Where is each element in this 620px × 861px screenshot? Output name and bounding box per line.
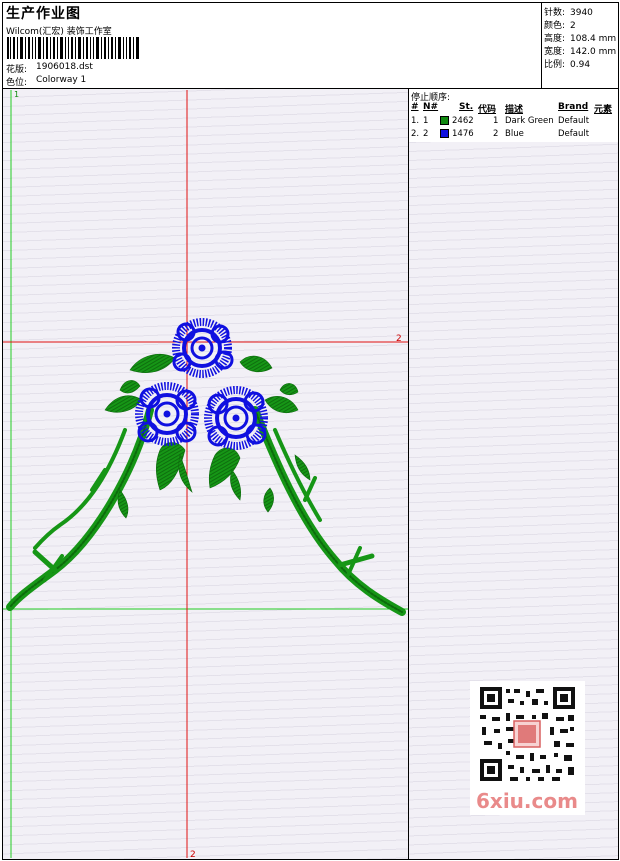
green-vines: [6, 406, 406, 616]
flower-right: [204, 386, 268, 450]
watermark-text: 6xiu.com: [476, 789, 578, 813]
guide-marker-bottom: 2: [190, 850, 196, 860]
flower-top: [172, 318, 234, 378]
flower-left: [135, 382, 199, 446]
guide-marker-right: 2: [396, 334, 402, 344]
guide-marker-top: 1: [14, 90, 19, 99]
blue-flowers: [135, 318, 268, 450]
